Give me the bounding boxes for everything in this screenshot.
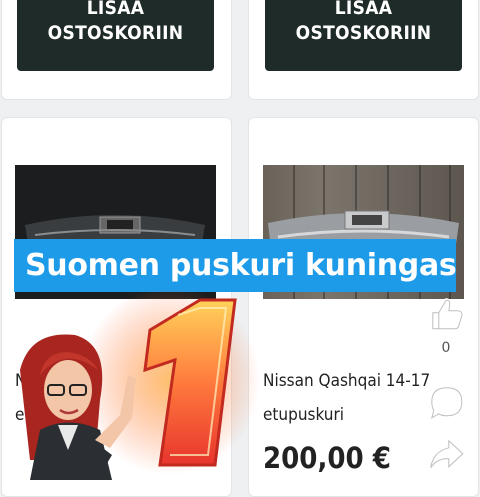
promo-banner: Suomen puskuri kuningas xyxy=(14,239,457,292)
add-to-cart-button[interactable]: LISÄÄ OSTOSKORIIN xyxy=(17,0,214,71)
add-to-cart-button[interactable]: LISÄÄ OSTOSKORIIN xyxy=(265,0,462,71)
add-to-cart-label: LISÄÄ xyxy=(86,0,145,19)
promo-sticker xyxy=(20,290,260,480)
like-icon[interactable] xyxy=(424,294,468,334)
like-count: 0 xyxy=(441,340,451,356)
share-icon[interactable] xyxy=(424,434,468,474)
comment-icon[interactable] xyxy=(424,382,468,422)
add-to-cart-label: OSTOSKORIIN xyxy=(47,22,184,44)
add-to-cart-label: LISÄÄ xyxy=(334,0,393,19)
add-to-cart-label: OSTOSKORIIN xyxy=(295,22,432,44)
product-price: 200,00 € xyxy=(263,441,391,475)
